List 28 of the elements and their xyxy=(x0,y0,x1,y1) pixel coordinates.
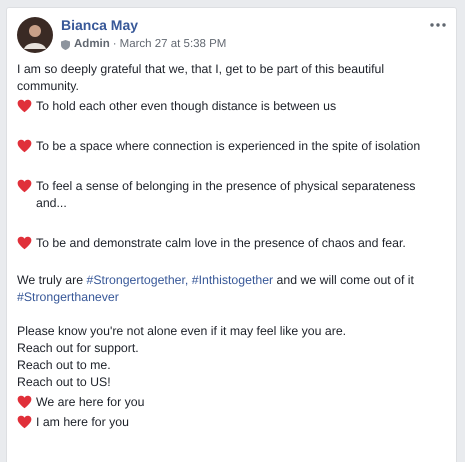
post-text: Please know you're not alone even if it may feel like you are. xyxy=(17,323,348,340)
separator: · xyxy=(112,37,117,52)
shield-icon xyxy=(61,40,70,50)
hashtag-link[interactable]: #Strongertogether, xyxy=(86,273,188,288)
post-text: To be a space where connection is experienced in the spite of isolation xyxy=(36,138,420,156)
post-text: We truly are #Strongertogether, #Inthistogether and we will come out of it #Strongerthanever xyxy=(17,272,415,306)
post-text: Reach out to me. xyxy=(17,357,112,374)
heart-icon xyxy=(17,236,32,250)
timestamp[interactable]: March 27 at 5:38 PM xyxy=(120,36,226,54)
post-text: To hold each other even though distance is between us xyxy=(36,98,336,116)
post-text: I am here for you xyxy=(36,414,129,432)
author-name[interactable]: Bianca May xyxy=(61,17,430,34)
post-text: Reach out to US! xyxy=(17,374,112,392)
post-text: We are here for you xyxy=(36,394,144,412)
heart-icon xyxy=(17,179,32,194)
heart-icon xyxy=(17,139,32,154)
post-text: I am so deeply grateful that we, that I, get to be part of this beautiful community. xyxy=(17,61,386,96)
hashtag-link[interactable]: #Inthistogether xyxy=(192,273,274,288)
avatar[interactable] xyxy=(17,17,53,53)
hashtag-link[interactable]: #Strongerthanever xyxy=(17,290,119,304)
heart-icon xyxy=(17,395,32,410)
post-text: To feel a sense of belonging in the presence of physical separateness and... xyxy=(36,178,416,212)
role-label: Admin xyxy=(74,37,110,52)
heart-icon xyxy=(17,99,32,114)
post-text: To be and demonstrate calm love in the presence of chaos and fear. xyxy=(36,235,406,252)
post-text: Reach out for support. xyxy=(17,340,140,358)
more-options-icon[interactable] xyxy=(430,23,446,27)
heart-icon xyxy=(17,415,32,430)
